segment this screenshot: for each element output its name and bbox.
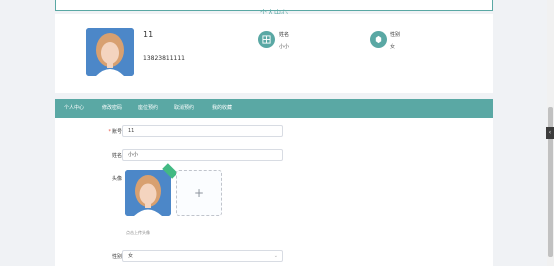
nav-item-seat-booking[interactable]: 座位预约: [138, 99, 158, 118]
profile-gender-value: 女: [390, 44, 396, 50]
profile-gender-label: 性别: [390, 32, 401, 38]
avatar-thumbnail[interactable]: [125, 170, 171, 216]
profile-phone: 13823811111: [143, 55, 185, 62]
name-label: 姓名: [111, 153, 122, 159]
gender-label: 性别: [111, 254, 122, 260]
avatar: [86, 28, 134, 76]
user-card-icon: [258, 31, 275, 48]
nav-item-profile[interactable]: 个人中心: [64, 99, 84, 118]
nav-item-change-password[interactable]: 修改密码: [102, 99, 122, 118]
nav-item-cancel-booking[interactable]: 取消预约: [174, 99, 194, 118]
side-collapse-tab[interactable]: ‹: [546, 127, 554, 139]
page-header: 个人中心: [55, 0, 493, 17]
account-input[interactable]: 11: [122, 125, 283, 137]
gender-select-value: 女: [128, 253, 134, 259]
plus-icon[interactable]: +: [176, 170, 222, 216]
avatar-label: 头像: [111, 176, 122, 182]
profile-name-value: 小小: [279, 44, 290, 50]
account-label: *账号: [108, 129, 122, 135]
nav-item-favorites[interactable]: 我的收藏: [212, 99, 232, 118]
gender-icon: [370, 31, 387, 48]
gender-select[interactable]: 女 ⌄: [122, 250, 283, 262]
profile-form: [55, 118, 493, 266]
profile-name-label: 姓名: [279, 32, 290, 38]
name-input[interactable]: 小小: [122, 149, 283, 161]
profile-username: 11: [143, 30, 154, 39]
chevron-down-icon: ⌄: [273, 253, 278, 259]
upload-tip: 点击上传头像: [126, 230, 150, 235]
